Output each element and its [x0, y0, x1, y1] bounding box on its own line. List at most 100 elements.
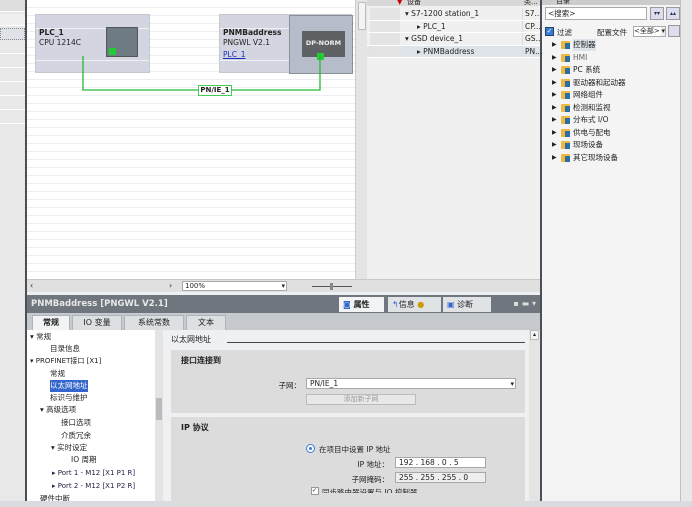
nav-scrollbar[interactable] [155, 330, 163, 501]
nav-item[interactable]: 接口选项 [61, 417, 91, 429]
inspector-window: PNMBaddress [PNGWL V2.1] ◙ 属性 ↰信息 ● ▣ 诊断… [27, 292, 540, 507]
nav-item[interactable]: 目录信息 [50, 343, 80, 355]
ip-protocol-header: IP 协议 [181, 423, 209, 432]
network-view-canvas[interactable]: PLC_1 CPU 1214C PNMBaddress PNGWL V2.1 P… [27, 0, 355, 279]
chevron-down-icon: ▾ [281, 282, 285, 290]
ip-address-label: IP 地址： [357, 460, 389, 469]
tree-row[interactable] [0, 84, 25, 96]
subnet-mask-label: 子网掩码： [351, 475, 390, 484]
ip-protocol-section: IP 协议 在项目中设置 IP 地址 IP 地址： 192 . 168 . 0 … [171, 417, 525, 507]
zoom-select[interactable]: 100% ▾ [182, 281, 287, 291]
tab-info[interactable]: ↰信息 ● [388, 297, 441, 312]
tab-system-constants[interactable]: 系统常数 [124, 315, 184, 330]
nav-item[interactable]: ▾ 常规 [30, 331, 51, 343]
filter-label: 过滤 [557, 28, 572, 37]
tree-row[interactable] [0, 42, 25, 54]
table-row[interactable]: ▾ GSD device_1GS... [367, 33, 540, 46]
canvas-vertical-scrollbar[interactable] [355, 0, 367, 279]
subnet-select[interactable]: PN/IE_1 ▾ [306, 378, 516, 389]
catalog-item[interactable]: ▶ 控制器 [552, 39, 596, 51]
subnet-label: 子网： [278, 381, 302, 390]
subnet-line[interactable] [27, 0, 355, 279]
catalog-item[interactable]: ▶ 网络组件 [552, 89, 603, 101]
nav-item-selected[interactable]: 以太网地址 [50, 380, 88, 392]
radio-set-ip-in-project[interactable] [306, 444, 315, 453]
folder-icon [561, 41, 570, 49]
catalog-search-input[interactable]: <搜索> [545, 7, 647, 20]
zoom-slider[interactable] [312, 283, 352, 290]
catalog-item[interactable]: ▶ 现场设备 [552, 139, 603, 151]
inspector-title: PNMBaddress [PNGWL V2.1] [31, 299, 168, 309]
canvas-bottom-bar: ‹ › 100% ▾ [27, 279, 367, 292]
catalog-item[interactable]: ▶ 供电与配电 [552, 127, 611, 139]
scroll-left-icon[interactable]: ‹ [30, 281, 33, 290]
sync-router-label: 同步路由器设置与 IO 控制器 [322, 488, 418, 493]
interface-header: 接口连接到 [181, 356, 221, 365]
catalog-item[interactable]: ▶ 分布式 I/O [552, 114, 609, 126]
catalog-item[interactable]: ▶ 其它现场设备 [552, 152, 618, 164]
search-down-icon[interactable]: ▾▾ [650, 7, 664, 20]
ip-address-input[interactable]: 192 . 168 . 0 . 5 [395, 457, 486, 468]
column-header-device[interactable]: 设备 [407, 0, 421, 6]
tab-io-tags[interactable]: IO 变量 [72, 315, 122, 330]
tree-row[interactable] [0, 0, 25, 12]
add-subnet-button[interactable]: 添加新子网 [306, 394, 416, 405]
catalog-item[interactable]: ▶ HMI [552, 52, 587, 64]
expand-icon[interactable]: ▶ [552, 39, 558, 51]
column-header-type[interactable]: 类... [524, 0, 538, 6]
tree-row[interactable] [0, 28, 25, 40]
info-icon: ● [417, 300, 425, 309]
radio-label: 在项目中设置 IP 地址 [319, 445, 391, 454]
subnet-label[interactable]: PN/IE_1 [198, 85, 232, 96]
filter-checkbox[interactable]: ✓ [545, 27, 554, 36]
nav-item[interactable]: 标识与维护 [50, 392, 88, 404]
profile-settings-icon[interactable] [668, 25, 680, 37]
tree-row[interactable] [0, 112, 25, 124]
catalog-title: 目录 [542, 0, 680, 5]
nav-item[interactable]: ▸ Port 1 - M12 [X1 P1 R] [52, 467, 135, 479]
nav-item[interactable]: 常规 [50, 368, 65, 380]
task-cards-strip[interactable] [680, 0, 692, 501]
nav-item[interactable]: 介质冗余 [61, 430, 91, 442]
interface-section: 接口连接到 子网： PN/IE_1 ▾ 添加新子网 [171, 350, 525, 413]
section-title: 以太网地址 [171, 335, 211, 344]
window-controls-icon[interactable]: ▪ ▬ ▾ [513, 295, 536, 313]
tab-texts[interactable]: 文本 [186, 315, 226, 330]
sync-router-checkbox[interactable]: ✓ [311, 487, 319, 495]
nav-item[interactable]: ▾ 实时设定 [51, 442, 87, 454]
tree-row[interactable] [0, 70, 25, 82]
tree-row[interactable] [0, 56, 25, 68]
device-overview-table: ▼ 设备 类... ▾ S7-1200 station_1S7... ▸ PLC… [367, 0, 540, 279]
zoom-value: 100% [185, 282, 206, 290]
table-row[interactable]: ▾ S7-1200 station_1S7... [367, 8, 540, 21]
filter-icon[interactable]: ▼ [397, 0, 402, 6]
tree-row[interactable] [0, 14, 25, 26]
nav-item[interactable]: ▸ Port 2 - M12 [X1 P2 R] [52, 480, 135, 492]
catalog-panel: 目录 <搜索> ▾▾ ▴▴ ✓ 过滤 配置文件 <全部> ▾ ▶ 控制器 ▶ HMI … [540, 0, 680, 501]
table-row[interactable]: ▸ PLC_1 CP... [367, 20, 540, 33]
project-tree-panel [0, 0, 27, 501]
nav-item[interactable]: ▾ 高级选项 [40, 404, 76, 416]
tab-diagnostics[interactable]: ▣ 诊断 [443, 297, 491, 312]
table-row-selected[interactable]: ▸ PNMBaddressPN... [367, 45, 540, 58]
subnet-mask-input[interactable]: 255 . 255 . 255 . 0 [395, 472, 486, 483]
catalog-item[interactable]: ▶ PC 系统 [552, 64, 600, 76]
inspector-nav-tree: ▾ 常规 目录信息 ▾ PROFINET接口 [X1] 常规 以太网地址 标识与… [27, 330, 155, 501]
properties-content: 以太网地址 接口连接到 子网： PN/IE_1 ▾ 添加新子网 IP 协议 在项目… [165, 330, 540, 507]
table-horizontal-scrollbar[interactable] [367, 279, 540, 292]
catalog-item[interactable]: ▶ 驱动器和起动器 [552, 77, 626, 89]
tab-properties[interactable]: ◙ 属性 [339, 297, 384, 312]
tree-row[interactable] [0, 98, 25, 110]
tab-general[interactable]: 常规 [32, 315, 70, 330]
scroll-right-icon[interactable]: › [169, 281, 172, 290]
search-up-icon[interactable]: ▴▴ [666, 7, 680, 20]
nav-item[interactable]: IO 周期 [71, 454, 97, 466]
inspector-title-bar: PNMBaddress [PNGWL V2.1] ◙ 属性 ↰信息 ● ▣ 诊断… [27, 295, 540, 313]
profile-select[interactable]: <全部> ▾ [633, 26, 666, 37]
nav-item[interactable]: ▾ PROFINET接口 [X1] [30, 355, 101, 367]
inspector-tabs: 常规 IO 变量 系统常数 文本 [27, 313, 540, 330]
content-scrollbar[interactable]: ▴ [529, 330, 540, 501]
profile-label: 配置文件 [597, 28, 627, 37]
catalog-item[interactable]: ▶ 检测和监视 [552, 102, 611, 114]
nav-item[interactable]: 硬件中断 [40, 493, 70, 501]
